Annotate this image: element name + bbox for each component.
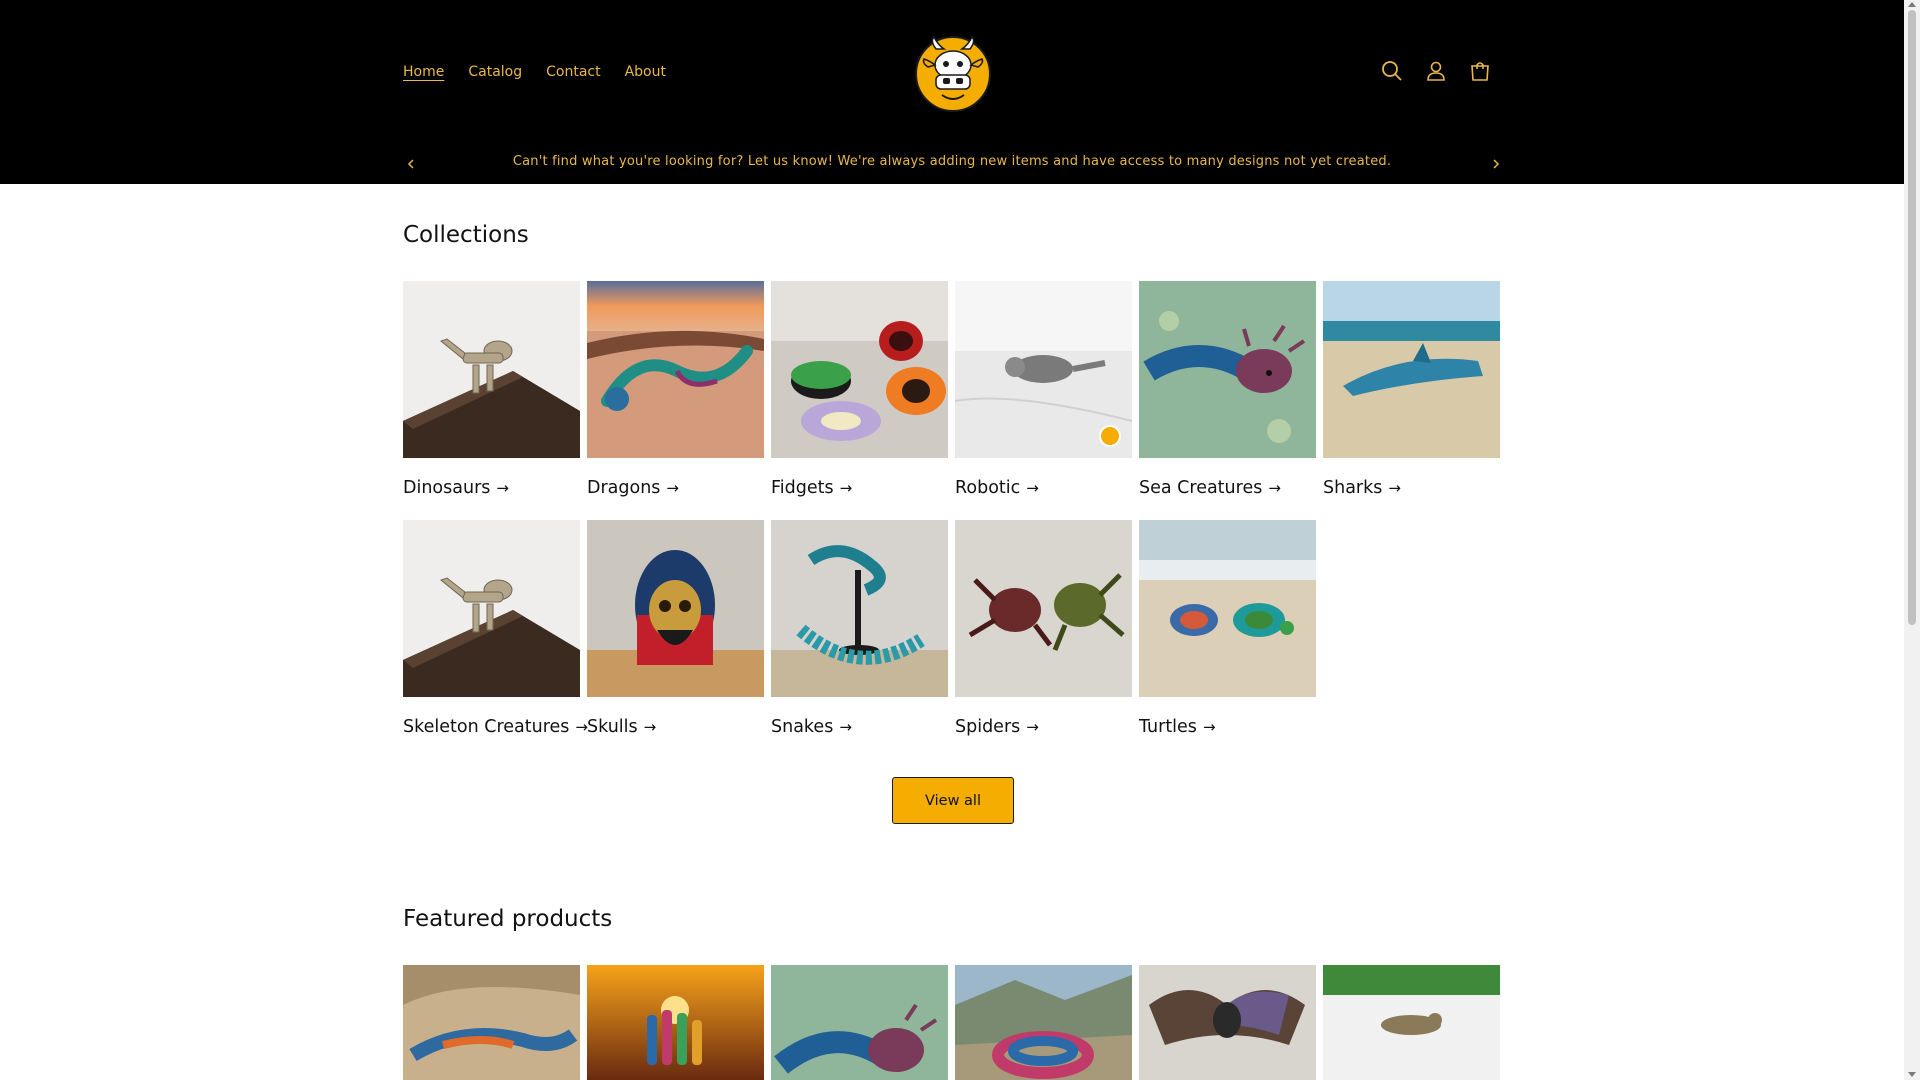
collections-grid: Dinosaurs → Dragons → Fidgets → Robotic … xyxy=(403,281,1500,737)
scroll-up-icon[interactable] xyxy=(1908,2,1916,7)
collection-name: Fidgets xyxy=(771,478,834,498)
arrow-right-icon: → xyxy=(1026,479,1039,497)
product-card[interactable] xyxy=(771,965,948,1080)
product-card[interactable] xyxy=(403,965,580,1080)
collection-image xyxy=(771,281,948,458)
nav-contact[interactable]: Contact xyxy=(546,62,600,82)
collection-label: Turtles → xyxy=(1139,717,1316,737)
nav-catalog[interactable]: Catalog xyxy=(468,62,522,82)
chevron-right-icon[interactable] xyxy=(1489,157,1503,171)
site-header: Home Catalog Contact About Can't find wh… xyxy=(0,0,1904,184)
collection-card-snakes[interactable]: Snakes → xyxy=(771,520,948,737)
arrow-right-icon: → xyxy=(1202,718,1216,736)
collection-card-spiders[interactable]: Spiders → xyxy=(955,520,1132,737)
collection-label: Sea Creatures → xyxy=(1139,478,1316,498)
arrow-right-icon: → xyxy=(1388,479,1401,497)
collection-card-sharks[interactable]: Sharks → xyxy=(1323,281,1500,498)
collection-card-fidgets[interactable]: Fidgets → xyxy=(771,281,948,498)
collection-card-robotic[interactable]: Robotic → xyxy=(955,281,1132,498)
product-image xyxy=(1323,965,1500,1080)
collection-name: Dragons xyxy=(587,478,661,498)
collection-image xyxy=(1323,281,1500,458)
collection-name: Snakes xyxy=(771,717,834,737)
collection-name: Spiders xyxy=(955,717,1021,737)
scroll-down-icon[interactable] xyxy=(1908,1072,1916,1077)
collection-label: Dragons → xyxy=(587,478,764,498)
collection-card-sea-creatures[interactable]: Sea Creatures → xyxy=(1139,281,1316,498)
collection-image xyxy=(1139,281,1316,458)
arrow-right-icon: → xyxy=(839,718,852,736)
cart-button[interactable] xyxy=(1468,59,1492,83)
cow-mascot-icon xyxy=(915,35,991,112)
main-nav: Home Catalog Contact About xyxy=(403,62,666,82)
cart-icon xyxy=(1471,62,1489,81)
collection-name: Skeleton Creatures xyxy=(403,717,570,737)
collection-card-skulls[interactable]: Skulls → xyxy=(587,520,764,737)
collection-card-dinosaurs[interactable]: Dinosaurs → xyxy=(403,281,580,498)
arrow-right-icon: → xyxy=(496,479,509,497)
product-image xyxy=(403,965,580,1080)
product-card[interactable] xyxy=(1323,965,1500,1080)
arrow-right-icon: → xyxy=(839,479,853,497)
announcement-bar: Can't find what you're looking for? Let … xyxy=(0,148,1904,178)
nav-home[interactable]: Home xyxy=(403,62,444,82)
collection-label: Skulls → xyxy=(587,717,764,737)
product-image xyxy=(1139,965,1316,1080)
collection-image xyxy=(771,520,948,697)
collection-name: Dinosaurs xyxy=(403,478,491,498)
collection-name: Sharks xyxy=(1323,478,1383,498)
collections-title: Collections xyxy=(403,222,529,248)
collection-image xyxy=(955,520,1132,697)
collection-label: Skeleton Creatures → xyxy=(403,717,588,737)
header-icons xyxy=(1380,59,1492,83)
collection-card-turtles[interactable]: Turtles → xyxy=(1139,520,1316,737)
scrollbar-thumb[interactable] xyxy=(1908,10,1916,625)
collection-image xyxy=(587,520,764,697)
store-logo[interactable] xyxy=(914,31,992,113)
product-card[interactable] xyxy=(1139,965,1316,1080)
arrow-right-icon: → xyxy=(666,479,679,497)
product-card[interactable] xyxy=(587,965,764,1080)
view-all-button[interactable]: View all xyxy=(892,777,1014,824)
collection-label: Robotic → xyxy=(955,478,1132,498)
collection-card-skeleton-creatures[interactable]: Skeleton Creatures → xyxy=(403,520,588,737)
collection-label: Dinosaurs → xyxy=(403,478,580,498)
product-image xyxy=(587,965,764,1080)
collection-image xyxy=(587,281,764,458)
nav-about[interactable]: About xyxy=(625,62,666,82)
collection-label: Snakes → xyxy=(771,717,948,737)
collection-name: Robotic xyxy=(955,478,1021,498)
product-card[interactable] xyxy=(955,965,1132,1080)
page-scrollbar[interactable] xyxy=(1904,0,1920,1080)
collection-image xyxy=(403,281,580,458)
announcement-text: Can't find what you're looking for? Let … xyxy=(512,154,1392,169)
collection-image xyxy=(403,520,580,697)
collection-label: Fidgets → xyxy=(771,478,948,498)
arrow-right-icon: → xyxy=(643,718,657,736)
arrow-right-icon: → xyxy=(1026,718,1039,736)
collection-label: Sharks → xyxy=(1323,478,1500,498)
collection-image xyxy=(1139,520,1316,697)
collection-name: Skulls xyxy=(587,717,638,737)
collection-label: Spiders → xyxy=(955,717,1132,737)
account-icon xyxy=(1427,61,1445,81)
account-button[interactable] xyxy=(1424,59,1448,83)
product-image xyxy=(955,965,1132,1080)
featured-title: Featured products xyxy=(403,906,613,932)
search-icon xyxy=(1382,61,1402,81)
arrow-right-icon: → xyxy=(1268,479,1281,497)
product-image xyxy=(771,965,948,1080)
collection-image xyxy=(955,281,1132,458)
collection-name: Sea Creatures xyxy=(1139,478,1263,498)
collection-name: Turtles xyxy=(1139,717,1197,737)
search-button[interactable] xyxy=(1380,59,1404,83)
collection-card-dragons[interactable]: Dragons → xyxy=(587,281,764,498)
featured-products-grid xyxy=(403,965,1500,1080)
